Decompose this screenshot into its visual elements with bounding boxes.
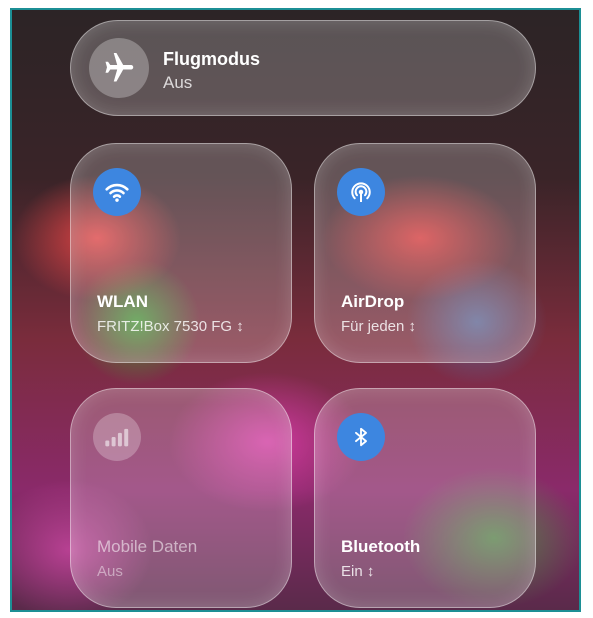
airplane-icon (89, 38, 149, 98)
mobile-data-toggle[interactable]: Mobile Daten Aus (70, 388, 292, 608)
bluetooth-status[interactable]: Ein ↕ (341, 563, 374, 580)
wlan-network-name[interactable]: FRITZ!Box 7530 FG ↕ (97, 318, 244, 335)
control-center: Flugmodus Aus WLAN FRITZ!Box 7530 FG ↕ A… (10, 8, 581, 612)
wifi-icon (93, 168, 141, 216)
airplane-mode-toggle[interactable]: Flugmodus Aus (70, 20, 536, 116)
mobile-data-status: Aus (97, 563, 123, 580)
bluetooth-icon (337, 413, 385, 461)
airdrop-toggle[interactable]: AirDrop Für jeden ↕ (314, 143, 536, 363)
bluetooth-label: Bluetooth (341, 537, 421, 556)
bluetooth-toggle[interactable]: Bluetooth Ein ↕ (314, 388, 536, 608)
airplane-mode-status: Aus (163, 73, 193, 92)
airplane-mode-label: Flugmodus (163, 49, 260, 69)
mobile-data-label: Mobile Daten (97, 537, 198, 556)
airdrop-icon (337, 168, 385, 216)
wlan-toggle[interactable]: WLAN FRITZ!Box 7530 FG ↕ (70, 143, 292, 363)
cellular-signal-icon (93, 413, 141, 461)
wlan-label: WLAN (97, 292, 148, 311)
airdrop-visibility[interactable]: Für jeden ↕ (341, 318, 416, 335)
airdrop-label: AirDrop (341, 292, 405, 311)
